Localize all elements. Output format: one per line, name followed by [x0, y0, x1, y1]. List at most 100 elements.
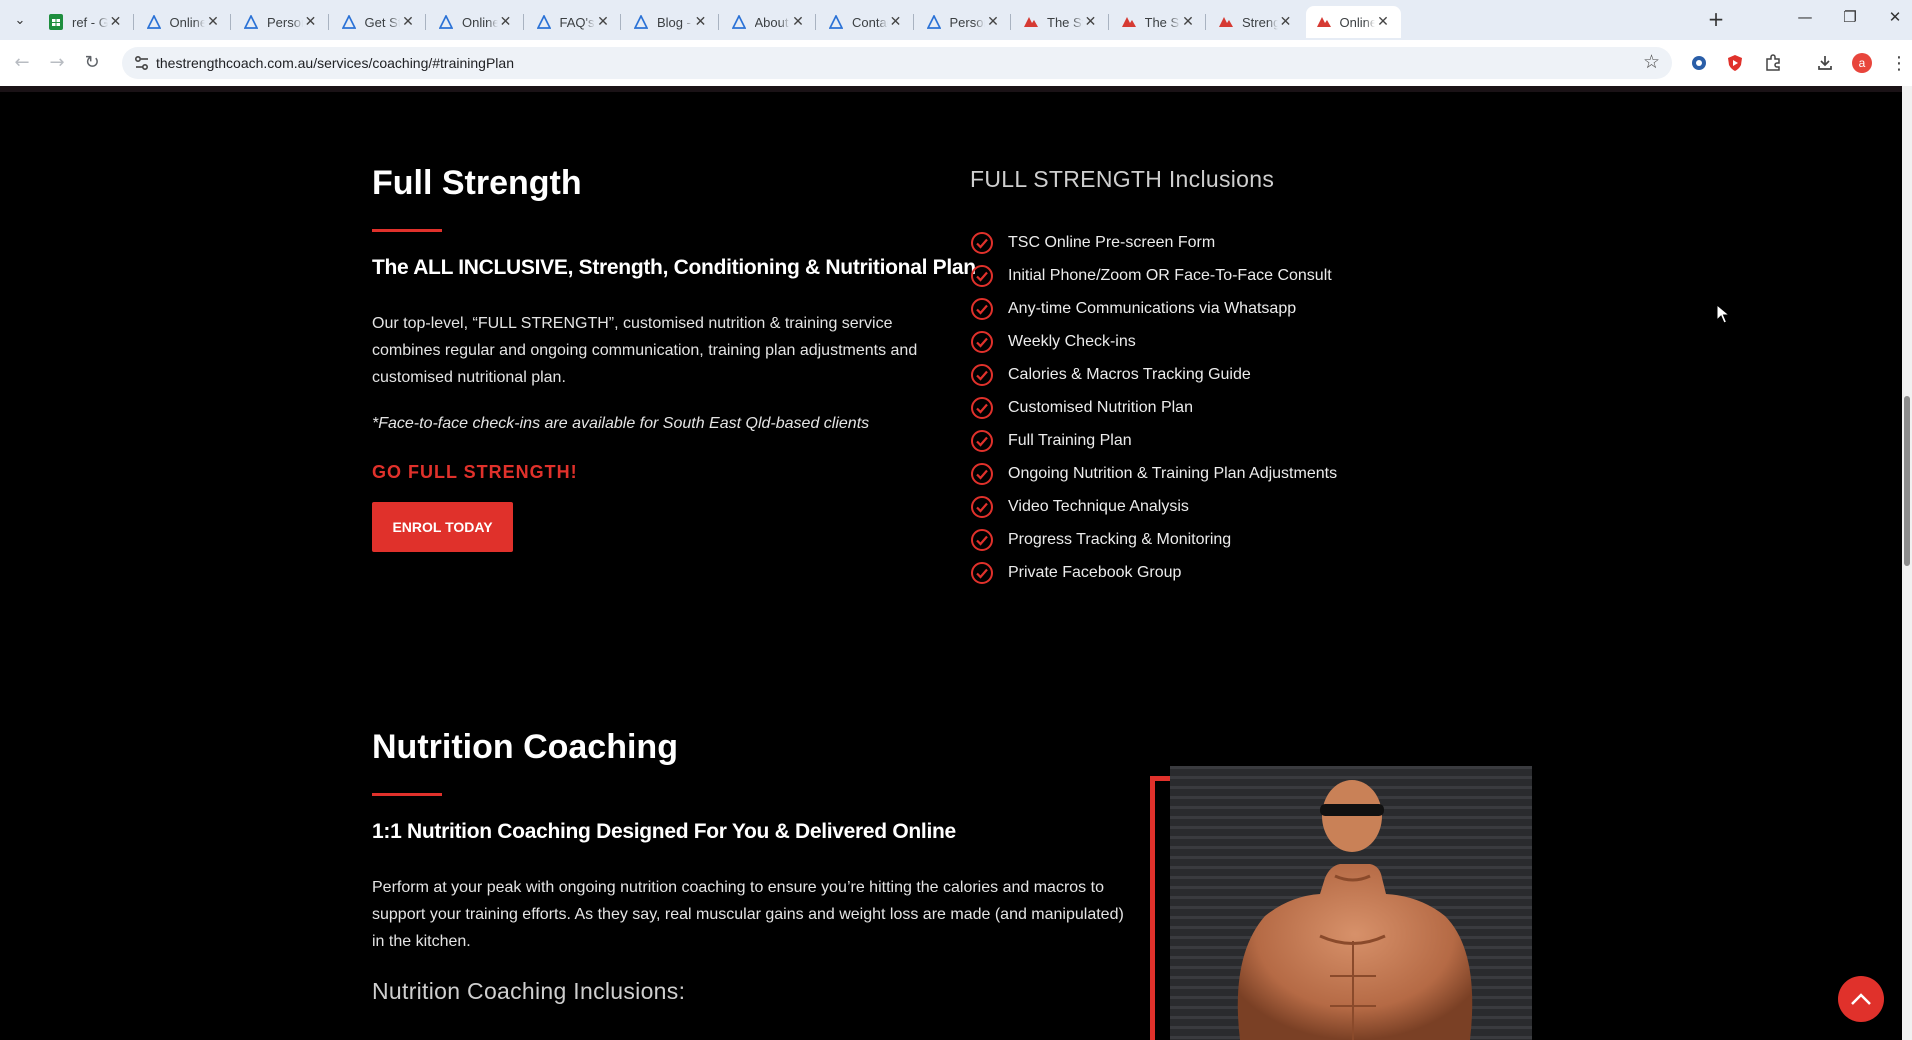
tab-close-icon[interactable]: ✕	[888, 14, 904, 30]
tab-separator	[717, 14, 719, 30]
check-circle-icon	[971, 297, 993, 320]
url-text[interactable]: thestrengthcoach.com.au/services/coachin…	[156, 55, 514, 71]
forward-icon[interactable]: →	[45, 51, 69, 75]
tab-separator	[912, 14, 914, 30]
browser-tab[interactable]: About - The Strength Coach✕	[721, 6, 816, 38]
menu-kebab-icon[interactable]: ⋮	[1888, 52, 1910, 74]
browser-tab[interactable]: Online Personal Training✕	[428, 6, 524, 38]
restore-icon[interactable]: ❐	[1830, 8, 1870, 32]
browser-tab[interactable]: Get Started✕	[331, 6, 426, 38]
nutrition-coaching-heading: Nutrition Coaching	[372, 728, 678, 766]
browser-tab[interactable]: Contact✕	[818, 6, 914, 38]
nutrition-heading-underline	[372, 793, 442, 796]
check-circle-icon	[971, 396, 993, 419]
browser-tab[interactable]: FAQ's - The Strength Coach✕	[526, 6, 621, 38]
tab-separator	[620, 14, 621, 30]
tab-close-icon[interactable]: ✕	[303, 14, 319, 30]
tab-close-icon[interactable]: ✕	[1083, 14, 1099, 30]
tab-close-icon[interactable]: ✕	[985, 14, 1001, 30]
full-strength-description: Our top-level, “FULL STRENGTH”, customis…	[372, 315, 918, 386]
tab-title: The Strength Coach	[1047, 14, 1083, 30]
page-header-strip	[0, 86, 1902, 92]
inclusion-item: TSC Online Pre-screen Form	[970, 226, 1337, 259]
tab-title: Personal Training	[949, 14, 986, 30]
check-circle-icon	[971, 495, 993, 518]
coach-photo	[1170, 766, 1532, 1040]
browser-tab[interactable]: The Strength Coach✕	[1013, 6, 1109, 38]
inclusion-item: Video Technique Analysis	[970, 490, 1337, 523]
tsc-icon	[1316, 14, 1332, 30]
back-icon[interactable]: ←	[10, 51, 34, 75]
browser-tab[interactable]: Online - Coaching✕	[1305, 6, 1401, 38]
tab-separator	[132, 14, 134, 30]
browser-tab[interactable]: Personal Training✕	[916, 6, 1011, 38]
browser-tab[interactable]: The Strength Coach✕	[1111, 6, 1206, 38]
tab-close-icon[interactable]: ✕	[498, 14, 514, 30]
page-scrollbar[interactable]	[1902, 86, 1912, 1040]
tab-title: Online Personal Training	[169, 14, 206, 30]
full-strength-subtitle: The ALL INCLUSIVE, Strength, Conditionin…	[372, 256, 976, 279]
reload-icon[interactable]: ↻	[80, 51, 104, 75]
full-strength-heading: Full Strength	[372, 164, 582, 202]
inclusion-label: Private Facebook Group	[1008, 563, 1182, 581]
new-tab-icon[interactable]: +	[1704, 8, 1728, 32]
tab-close-icon[interactable]: ✕	[1375, 14, 1391, 30]
profile-avatar[interactable]: a	[1851, 52, 1873, 74]
browser-tab[interactable]: Strength Coaching✕	[1208, 6, 1304, 38]
extensions-puzzle-icon[interactable]	[1762, 52, 1784, 74]
inclusion-label: Video Technique Analysis	[1008, 497, 1189, 515]
tab-close-icon[interactable]: ✕	[693, 14, 709, 30]
shield-extension-icon[interactable]	[1724, 52, 1746, 74]
full-strength-inclusions-title: FULL STRENGTH Inclusions	[970, 166, 1275, 192]
tab-close-icon[interactable]: ✕	[108, 14, 124, 30]
chevron-up-icon	[1851, 993, 1871, 1005]
tab-search-icon[interactable]: ⌄	[8, 9, 32, 31]
tab-close-icon[interactable]: ✕	[790, 14, 806, 30]
triangle-icon	[243, 14, 259, 30]
inclusion-label: TSC Online Pre-screen Form	[1008, 233, 1216, 251]
site-info-icon[interactable]	[132, 53, 152, 73]
tab-close-icon[interactable]: ✕	[1180, 14, 1196, 30]
tab-title: Online Personal Training	[462, 14, 498, 30]
tab-title: Personal Training	[267, 14, 303, 30]
download-icon[interactable]	[1814, 52, 1836, 74]
tab-separator	[425, 14, 426, 30]
minimize-icon[interactable]: —	[1785, 8, 1825, 32]
tab-separator	[327, 14, 329, 30]
bookmark-star-icon[interactable]: ☆	[1643, 51, 1660, 73]
inclusion-label: Any-time Communications via Whatsapp	[1008, 299, 1297, 317]
scrollbar-thumb[interactable]	[1904, 396, 1910, 566]
tab-title: Strength Coaching	[1242, 14, 1278, 30]
triangle-icon	[438, 14, 454, 30]
browser-tab[interactable]: Blog - The Strength Coach✕	[623, 6, 719, 38]
inclusion-item: Calories & Macros Tracking Guide	[970, 358, 1337, 391]
tab-close-icon[interactable]: ✕	[400, 14, 416, 30]
nutrition-subtitle: 1:1 Nutrition Coaching Designed For You …	[372, 820, 956, 843]
inclusion-item: Ongoing Nutrition & Training Plan Adjust…	[970, 457, 1337, 490]
inclusion-item: Progress Tracking & Monitoring	[970, 523, 1337, 556]
tab-separator	[1107, 14, 1109, 30]
inclusion-item: Weekly Check-ins	[970, 325, 1337, 358]
close-window-icon[interactable]: ✕	[1875, 8, 1912, 32]
browser-tab[interactable]: Online Personal Training✕	[136, 6, 231, 38]
browser-tab[interactable]: ref - Google Sheets✕	[38, 6, 134, 38]
inclusion-label: Initial Phone/Zoom OR Face-To-Face Consu…	[1008, 266, 1332, 284]
browser-tab[interactable]: Personal Training✕	[233, 6, 329, 38]
full-strength-inclusions-list: TSC Online Pre-screen Form Initial Phone/…	[970, 226, 1337, 589]
heading-underline	[372, 229, 442, 232]
tab-title: FAQ's - The Strength Coach	[559, 14, 596, 30]
tab-close-icon[interactable]: ✕	[595, 14, 611, 30]
browser-toolbar: ← → ↻ thestrengthcoach.com.au/services/c…	[0, 40, 1912, 86]
extension-icon[interactable]	[1688, 52, 1710, 74]
address-bar[interactable]: thestrengthcoach.com.au/services/coachin…	[122, 47, 1672, 79]
tab-title: The Strength Coach	[1144, 14, 1181, 30]
profile-initial: a	[1852, 53, 1872, 73]
inclusion-label: Full Training Plan	[1008, 431, 1132, 449]
tab-close-icon[interactable]: ✕	[1278, 14, 1294, 30]
web-page: Full Strength The ALL INCLUSIVE, Strengt…	[0, 86, 1902, 1040]
back-to-top-button[interactable]	[1838, 976, 1884, 1022]
tab-separator	[815, 14, 816, 30]
tab-close-icon[interactable]: ✕	[205, 14, 221, 30]
enrol-today-button[interactable]: ENROL TODAY	[372, 502, 513, 552]
check-circle-icon	[971, 462, 993, 485]
